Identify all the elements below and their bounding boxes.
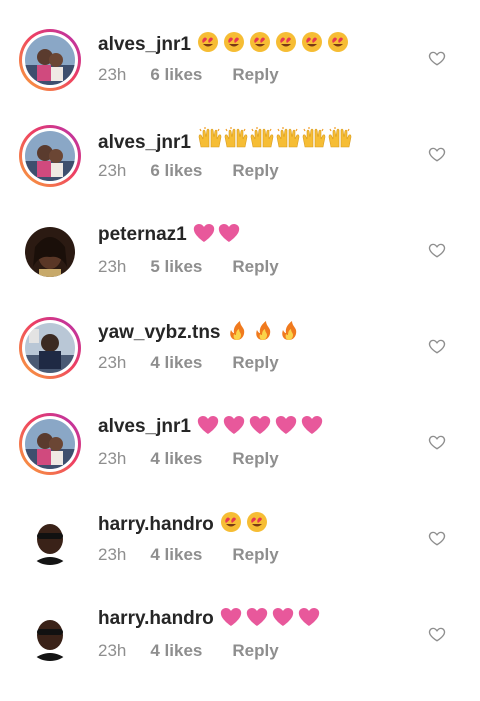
comment-row: alves_jnr1 23h 6 likes Reply <box>0 125 480 221</box>
avatar-photo-icon <box>25 611 75 661</box>
comment-time: 23h <box>98 353 127 372</box>
comment-likes[interactable]: 5 likes <box>150 257 202 277</box>
comment-username[interactable]: harry.handro <box>98 511 268 539</box>
comment-likes[interactable]: 6 likes <box>150 65 202 85</box>
reply-button[interactable]: Reply <box>232 161 278 181</box>
reply-button[interactable]: Reply <box>232 257 278 277</box>
comment-row: harry.handro 23h 4 likes Reply <box>0 605 480 701</box>
avatar[interactable] <box>19 221 81 283</box>
comment-row: harry.handro 23h 4 likes Reply <box>0 509 480 605</box>
comment-row: yaw_vybz.tns 23h 4 likes Reply <box>0 317 480 413</box>
avatar-photo-icon <box>25 35 75 85</box>
reply-button[interactable]: Reply <box>232 65 278 85</box>
comment-list: alves_jnr1 23h 6 likes Reply alves_jnr1 23… <box>0 0 480 676</box>
comment-username[interactable]: alves_jnr1 <box>98 415 323 441</box>
comment-username[interactable]: harry.handro <box>98 607 320 633</box>
reply-button[interactable]: Reply <box>232 545 278 565</box>
comment-row: alves_jnr1 23h 6 likes Reply <box>0 29 480 125</box>
comment-meta: 23h 4 likes Reply <box>98 641 279 661</box>
avatar[interactable] <box>19 413 81 475</box>
avatar-photo-icon <box>25 419 75 469</box>
comment-likes[interactable]: 6 likes <box>150 161 202 181</box>
comment-row: alves_jnr1 23h 4 likes Reply <box>0 413 480 509</box>
avatar[interactable] <box>19 509 81 571</box>
raised-hands-icon <box>197 126 353 157</box>
pink-heart-icon <box>220 607 320 633</box>
avatar[interactable] <box>19 317 81 379</box>
comment-time: 23h <box>98 545 127 564</box>
comment-likes[interactable]: 4 likes <box>150 641 202 661</box>
like-heart-icon[interactable] <box>428 241 446 259</box>
fire-icon <box>227 319 299 347</box>
comment-time: 23h <box>98 161 127 180</box>
avatar-photo-icon <box>25 131 75 181</box>
comment-meta: 23h 6 likes Reply <box>98 65 279 85</box>
like-heart-icon[interactable] <box>428 337 446 355</box>
smiling-face-with-heart-eyes-icon <box>220 511 268 539</box>
comment-likes[interactable]: 4 likes <box>150 545 202 565</box>
comment-time: 23h <box>98 65 127 84</box>
like-heart-icon[interactable] <box>428 49 446 67</box>
comment-row: peternaz1 23h 5 likes Reply <box>0 221 480 317</box>
avatar-photo-icon <box>25 515 75 565</box>
reply-button[interactable]: Reply <box>232 449 278 469</box>
comment-likes[interactable]: 4 likes <box>150 449 202 469</box>
comment-time: 23h <box>98 257 127 276</box>
pink-heart-icon <box>193 223 241 249</box>
comment-meta: 23h 5 likes Reply <box>98 257 279 277</box>
pink-heart-icon <box>197 415 323 441</box>
reply-button[interactable]: Reply <box>232 641 278 661</box>
like-heart-icon[interactable] <box>428 529 446 547</box>
comment-meta: 23h 4 likes Reply <box>98 353 279 373</box>
comment-username[interactable]: alves_jnr1 <box>98 126 353 157</box>
avatar[interactable] <box>19 125 81 187</box>
avatar[interactable] <box>19 605 81 667</box>
comment-meta: 23h 4 likes Reply <box>98 449 279 469</box>
comment-time: 23h <box>98 641 127 660</box>
comment-username[interactable]: alves_jnr1 <box>98 31 349 59</box>
avatar-photo-icon <box>25 323 75 373</box>
reply-button[interactable]: Reply <box>232 353 278 373</box>
comment-likes[interactable]: 4 likes <box>150 353 202 373</box>
comment-username[interactable]: yaw_vybz.tns <box>98 319 299 347</box>
like-heart-icon[interactable] <box>428 625 446 643</box>
comment-meta: 23h 6 likes Reply <box>98 161 279 181</box>
like-heart-icon[interactable] <box>428 145 446 163</box>
comment-meta: 23h 4 likes Reply <box>98 545 279 565</box>
comment-time: 23h <box>98 449 127 468</box>
avatar-photo-icon <box>25 227 75 277</box>
avatar[interactable] <box>19 29 81 91</box>
like-heart-icon[interactable] <box>428 433 446 451</box>
smiling-face-with-heart-eyes-icon <box>197 31 349 59</box>
comment-username[interactable]: peternaz1 <box>98 223 241 249</box>
